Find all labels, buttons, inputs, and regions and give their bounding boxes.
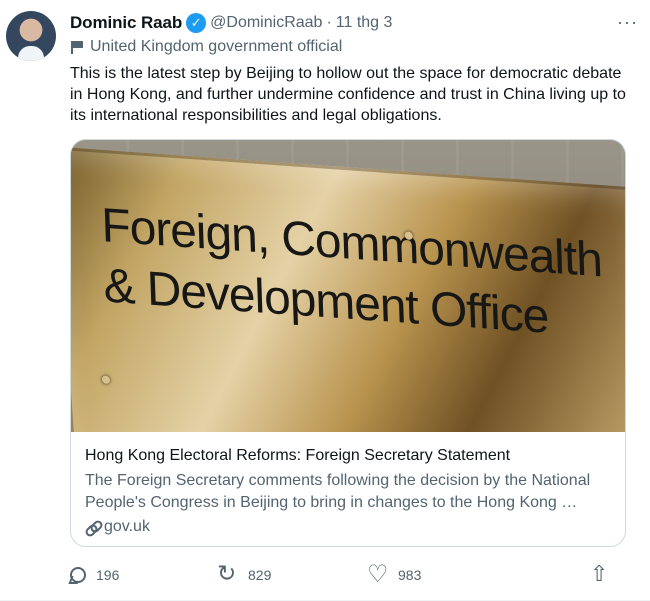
link-icon — [85, 520, 100, 535]
link-title[interactable]: Hong Kong Electoral Reforms: Foreign Sec… — [85, 446, 611, 466]
link-card-body[interactable]: Hong Kong Electoral Reforms: Foreign Sec… — [71, 432, 625, 546]
retweet-button[interactable]: 829 — [217, 560, 368, 587]
author-avatar[interactable] — [6, 11, 56, 61]
tweet-text: This is the latest step by Beijing to ho… — [70, 65, 626, 124]
link-domain-text[interactable]: gov.uk — [104, 518, 150, 536]
reply-button[interactable]: 196 — [70, 567, 218, 583]
like-button[interactable]: 983 — [367, 560, 523, 589]
tweet-header: Dominic Raab ✓ @DominicRaab · 11 thg 3 ·… — [70, 12, 638, 34]
author-handle[interactable]: @DominicRaab — [210, 14, 322, 32]
share-button[interactable] — [590, 561, 620, 587]
flag-icon — [70, 40, 84, 54]
reply-count: 196 — [96, 567, 120, 583]
retweet-icon — [217, 560, 238, 587]
government-affiliation: United Kingdom government official — [70, 38, 342, 56]
verified-badge-icon: ✓ — [186, 13, 207, 33]
sign-screw — [404, 231, 413, 240]
tweet-card[interactable]: Dominic Raab ✓ @DominicRaab · 11 thg 3 ·… — [0, 0, 650, 601]
link-description[interactable]: The Foreign Secretary comments following… — [85, 470, 611, 514]
tweet-date[interactable]: 11 thg 3 — [336, 14, 393, 32]
date-separator: · — [326, 14, 332, 31]
reply-icon — [70, 567, 86, 583]
like-count: 983 — [398, 567, 422, 583]
heart-icon — [367, 560, 389, 589]
brass-sign: Foreign, Commonwealth & Development Offi… — [71, 146, 625, 432]
more-options-icon[interactable]: ··· — [617, 12, 638, 33]
sign-text: Foreign, Commonwealth & Development Offi… — [100, 196, 623, 353]
retweet-count: 829 — [248, 567, 272, 583]
link-preview-card[interactable]: Foreign, Commonwealth & Development Offi… — [70, 139, 626, 547]
office-sign-image[interactable]: Foreign, Commonwealth & Development Offi… — [71, 140, 625, 432]
link-domain[interactable]: gov.uk — [85, 518, 611, 536]
author-name[interactable]: Dominic Raab — [70, 13, 182, 33]
sign-screw — [101, 375, 111, 385]
tweet-actions: 196 829 983 — [70, 560, 620, 589]
affiliation-label: United Kingdom government official — [90, 38, 343, 55]
share-icon — [590, 561, 610, 587]
